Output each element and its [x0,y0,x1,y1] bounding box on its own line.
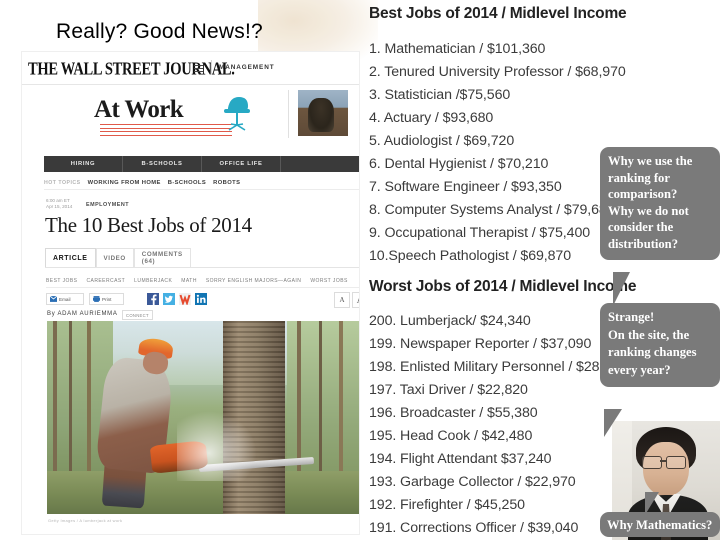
text-size-large-button[interactable]: A [352,292,359,308]
callout1-line2: ranking for [608,170,670,185]
worst-job-192: 192. Firefighter / $45,250 [369,497,525,513]
article-date: Apr 15, 2014 [46,204,73,209]
atwork-underline-decor [100,124,232,136]
worst-jobs-heading: Worst Jobs of 2014 / Midlevel Income [369,278,637,295]
keyword-careercast[interactable]: CAREERCAST [86,278,125,284]
callout2-line3: ranking changes [608,345,697,360]
tab-article[interactable]: ARTICLE [45,248,96,267]
callout1-line4: Why we do not [608,203,689,218]
hot-topic-bschools[interactable]: B-SCHOOLS [168,180,206,186]
best-job-3: 3. Statistician /$75,560 [369,87,511,103]
best-job-1: 1. Mathematician / $101,360 [369,41,546,57]
callout1-line6: distribution? [608,236,678,251]
wsj-section-label[interactable]: MANAGEMENT [219,64,275,71]
print-button[interactable]: Print [89,293,124,305]
worst-job-195: 195. Head Cook / $42,480 [369,428,533,444]
share-toolbar: Email Print A [46,292,359,308]
callout2-line4: every year? [608,362,671,377]
worst-job-193: 193. Garbage Collector / $22,970 [369,474,576,490]
stumbleupon-icon[interactable] [179,293,191,305]
worst-job-199: 199. Newspaper Reporter / $37,090 [369,336,592,352]
best-job-7: 7. Software Engineer / $93,350 [369,179,562,195]
worst-job-196: 196. Broadcaster / $55,380 [369,405,538,421]
callout1-line1: Why we use the [608,154,693,168]
lumberjack-photo [47,321,359,514]
portrait-glasses-left [642,456,662,469]
photo-sawdust [177,411,257,481]
hamburger-menu-icon[interactable] [194,65,203,73]
atwork-logo[interactable]: At Work [94,96,184,124]
connect-button[interactable]: CONNECT [122,310,153,320]
worst-job-200: 200. Lumberjack/ $24,340 [369,313,531,329]
keyword-math[interactable]: MATH [181,278,197,284]
article-timestamp: 6:00 am ET Apr 15, 2014 [46,198,72,210]
wsj-logo[interactable]: THE WALL STREET JOURNAL. [28,60,235,81]
keyword-sorry-english-majors[interactable]: SORRY ENGLISH MAJORS—AGAIN [206,278,301,284]
callout-ranking-changes: Strange! On the site, the ranking change… [600,303,720,388]
callout2-line1: Strange! [608,310,655,324]
envelope-icon [50,296,57,302]
printer-icon [93,296,100,302]
article-category[interactable]: EMPLOYMENT [86,202,129,208]
twitter-icon[interactable] [163,293,175,305]
thumbnail-divider [288,90,289,138]
callout-why-mathematics: Why Mathematics? [600,512,720,537]
slide-canvas: Really? Good News!? THE WALL STREET JOUR… [0,0,720,540]
tab-video[interactable]: VIDEO [95,248,134,267]
tab-comments[interactable]: COMMENTS (64) [133,248,191,267]
wsj-nav-bar: HIRING B-SCHOOLS OFFICE LIFE [44,156,359,172]
best-job-6: 6. Dental Hygienist / $70,210 [369,156,549,172]
hot-topic-robots[interactable]: ROBOTS [213,180,240,186]
keyword-worst-jobs[interactable]: WORST JOBS [310,278,347,284]
best-jobs-heading: Best Jobs of 2014 / Midlevel Income [369,5,627,22]
article-headline: The 10 Best Jobs of 2014 [45,213,252,237]
keyword-lumberjack[interactable]: LUMBERJACK [134,278,172,284]
wsj-article-screenshot: THE WALL STREET JOURNAL. MANAGEMENT At W… [22,52,359,534]
hot-topics-label: HOT TOPICS [44,180,81,186]
worst-job-191: 191. Corrections Officer / $39,040 [369,520,579,536]
print-label: Print [102,296,112,302]
photo-trees-right [287,321,359,496]
facebook-icon[interactable] [147,293,159,305]
text-size-small-button[interactable]: A [334,292,350,308]
email-label: Email [59,296,71,302]
nav-item-office-life[interactable]: OFFICE LIFE [202,156,281,172]
best-job-9: 9. Occupational Therapist / $75,400 [369,225,591,241]
worst-job-198: 198. Enlisted Military Personnel / $28,8… [369,359,627,375]
portrait-glasses-bridge [660,460,666,462]
worst-job-197: 197. Taxi Driver / $22,820 [369,382,528,398]
nav-item-hiring[interactable]: HIRING [44,156,123,172]
nav-item-overflow[interactable] [281,156,359,172]
callout-tail-why-ranking [613,272,635,306]
best-job-2: 2. Tenured University Professor / $68,97… [369,64,626,80]
keyword-bar: BEST JOBS CAREERCAST LUMBERJACK MATH SOR… [46,274,359,288]
portrait-face [643,442,689,496]
hot-topics-bar: HOT TOPICS WORKING FROM HOME B-SCHOOLS R… [44,177,359,190]
tabs-divider [45,267,359,268]
linkedin-icon[interactable] [195,293,207,305]
callout-why-ranking: Why we use the ranking for comparison? W… [600,147,720,260]
hot-topic-working-from-home[interactable]: WORKING FROM HOME [88,180,161,186]
callout1-line3: comparison? [608,187,678,202]
portrait-glasses-right [666,456,686,469]
byline: By ADAM AURIEMMA [47,311,118,317]
article-tabs: ARTICLE VIDEO COMMENTS (64) [45,248,191,268]
callout2-line2: On the site, the [608,327,690,342]
callout3-line1: Why Mathematics? [607,518,713,532]
chair-icon [224,97,250,131]
best-job-5: 5. Audiologist / $69,720 [369,133,515,149]
best-job-10: 10.Speech Pathologist / $69,870 [369,248,571,264]
callout1-line5: consider the [608,220,674,235]
nav-item-bschools[interactable]: B-SCHOOLS [123,156,202,172]
callout-tail-ranking-changes [604,409,628,437]
page-title: Really? Good News!? [56,20,263,43]
photo-caption: Getty Images / A lumberjack at work [48,518,123,523]
masthead-divider [211,60,212,75]
best-job-8: 8. Computer Systems Analyst / $79,680 [369,202,615,218]
best-job-4: 4. Actuary / $93,680 [369,110,494,126]
worst-job-194: 194. Flight Attendant $37,240 [369,451,552,467]
email-button[interactable]: Email [46,293,84,305]
keyword-best-jobs[interactable]: BEST JOBS [46,278,77,284]
article-thumbnail[interactable] [298,90,348,136]
